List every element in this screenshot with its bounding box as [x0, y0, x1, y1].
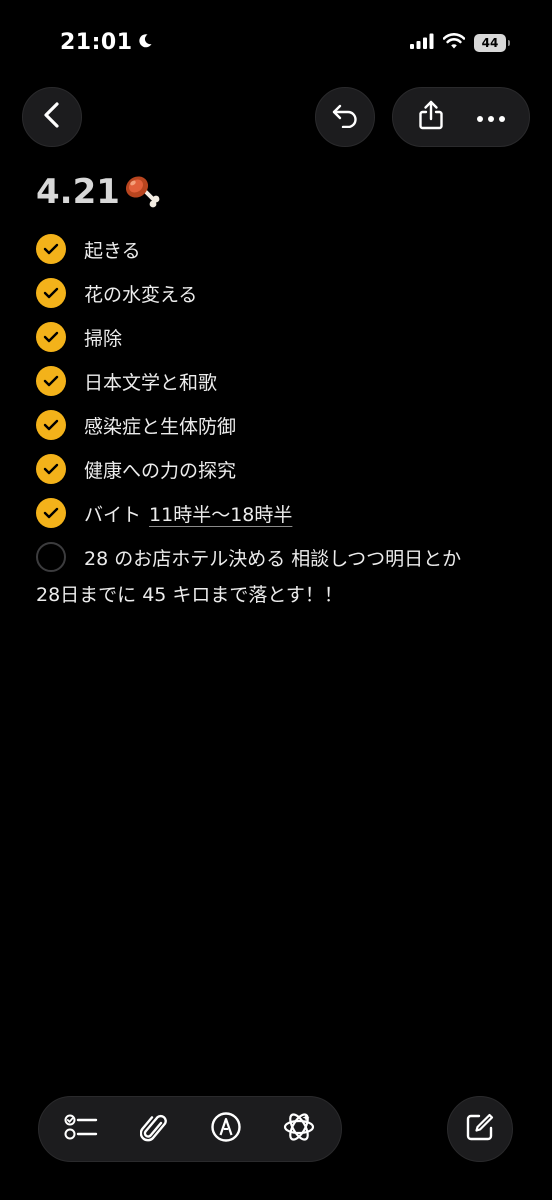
status-time: 21:01 — [60, 30, 153, 55]
moon-icon — [137, 30, 153, 55]
note-title[interactable]: 4.21 — [36, 172, 162, 212]
checklist-item-text: 日本文学と和歌 — [84, 371, 218, 394]
checklist-item[interactable]: 花の水変える — [36, 271, 536, 315]
checklist-item[interactable]: 健康への力の探究 — [36, 447, 536, 491]
markup-button[interactable] — [198, 1101, 254, 1157]
checkmark-icon[interactable] — [36, 454, 66, 484]
checklist-item-text: バイト — [84, 503, 142, 526]
checkmark-icon[interactable] — [36, 498, 66, 528]
unchecked-circle-icon[interactable] — [36, 542, 66, 572]
apple-intelligence-icon — [282, 1110, 316, 1148]
checklist-item[interactable]: 日本文学と和歌 — [36, 359, 536, 403]
battery-level: 44 — [481, 36, 499, 50]
note-body-text[interactable]: 28日までに 45 キロまで落とす！！ — [36, 580, 343, 607]
checklist-item-text: 花の水変える — [84, 283, 198, 306]
undo-button[interactable] — [315, 87, 375, 147]
checklist-item[interactable]: 起きる — [36, 227, 536, 271]
cellular-signal-icon — [410, 33, 434, 53]
more-button[interactable] — [466, 89, 516, 145]
time-text: 21:01 — [60, 30, 133, 55]
checkmark-icon[interactable] — [36, 366, 66, 396]
checkmark-icon[interactable] — [36, 278, 66, 308]
back-chevron-icon — [43, 102, 61, 132]
checklist-item[interactable]: 28 のお店ホテル決める 相談しつつ明日とか — [36, 535, 536, 579]
paperclip-icon — [139, 1111, 168, 1147]
checkmark-icon[interactable] — [36, 322, 66, 352]
back-button[interactable] — [22, 87, 82, 147]
compose-button[interactable] — [447, 1096, 513, 1162]
checklist-icon — [64, 1112, 98, 1146]
compose-icon — [465, 1112, 495, 1146]
checklist-item[interactable]: 掃除 — [36, 315, 536, 359]
meat-on-bone-icon — [122, 172, 162, 212]
share-icon — [418, 100, 444, 134]
wifi-icon — [442, 33, 466, 53]
checklist-item-text: 掃除 — [84, 327, 123, 350]
bottom-toolbar — [38, 1096, 342, 1162]
markup-pen-icon — [210, 1111, 242, 1147]
attach-button[interactable] — [126, 1101, 182, 1157]
time-range-link[interactable]: 11時半〜18時半 — [149, 500, 292, 527]
note-title-text: 4.21 — [36, 172, 120, 212]
checklist: 起きる 花の水変える 掃除 日本文学と和歌 感染症と生体防御 健康への力の探究 — [36, 227, 536, 579]
undo-icon — [331, 102, 359, 132]
checklist-item-text: 感染症と生体防御 — [84, 415, 237, 438]
more-icon — [476, 108, 506, 127]
checklist-item-text: 28 のお店ホテル決める 相談しつつ明日とか — [84, 547, 462, 570]
checkmark-icon[interactable] — [36, 234, 66, 264]
status-indicators: 44 — [410, 33, 510, 53]
actions-pill — [392, 87, 530, 147]
checklist-item-text: 起きる — [84, 239, 141, 262]
writing-tools-button[interactable] — [271, 1101, 327, 1157]
share-button[interactable] — [406, 89, 456, 145]
checklist-button[interactable] — [53, 1101, 109, 1157]
status-bar: 21:01 44 — [0, 0, 552, 80]
checkmark-icon[interactable] — [36, 410, 66, 440]
checklist-item[interactable]: バイト 11時半〜18時半 — [36, 491, 536, 535]
checklist-item-text: 健康への力の探究 — [84, 459, 237, 482]
checklist-item[interactable]: 感染症と生体防御 — [36, 403, 536, 447]
battery-indicator: 44 — [474, 34, 510, 52]
